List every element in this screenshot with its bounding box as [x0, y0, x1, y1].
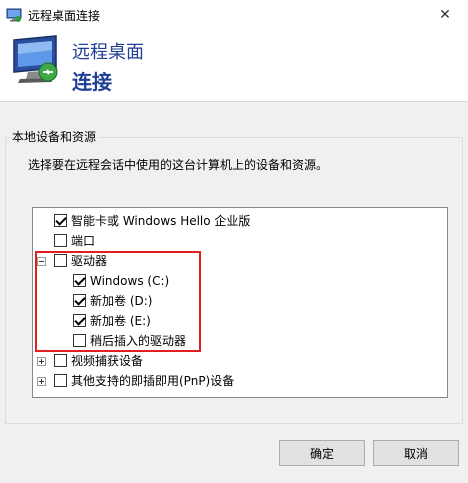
banner: 远程桌面 连接 — [0, 30, 468, 102]
expand-icon[interactable] — [37, 357, 46, 366]
tree-item-label: 新加卷 (D:) — [90, 294, 153, 308]
tree-item-label: 其他支持的即插即用(PnP)设备 — [71, 374, 235, 388]
remote-desktop-icon — [6, 8, 22, 22]
banner-title-line2: 连接 — [72, 70, 112, 94]
checkbox[interactable] — [73, 334, 86, 347]
tree-item-label: 驱动器 — [71, 254, 108, 268]
tree-item-label: 智能卡或 Windows Hello 企业版 — [71, 214, 251, 228]
tree-item-label: 新加卷 (E:) — [90, 314, 151, 328]
checkbox[interactable] — [73, 294, 86, 307]
close-button[interactable]: ✕ — [422, 0, 468, 30]
checkbox[interactable] — [54, 354, 67, 367]
checkbox[interactable] — [54, 254, 67, 267]
group-legend: 本地设备和资源 — [10, 128, 99, 145]
device-tree[interactable]: 智能卡或 Windows Hello 企业版 端口 驱动器 Windows (C… — [32, 207, 448, 398]
tree-item-label: 视频捕获设备 — [71, 354, 144, 368]
checkbox[interactable] — [54, 234, 67, 247]
group-description: 选择要在远程会话中使用的这台计算机上的设备和资源。 — [28, 158, 329, 172]
tree-item-label: 稍后插入的驱动器 — [90, 334, 187, 348]
ok-button[interactable]: 确定 — [279, 440, 365, 466]
title-bar: 远程桌面连接 ✕ — [0, 0, 468, 30]
checkbox[interactable] — [73, 314, 86, 327]
cancel-button[interactable]: 取消 — [373, 440, 459, 466]
tree-item-label: 端口 — [71, 234, 96, 248]
tree-item-label: Windows (C:) — [90, 274, 170, 288]
computer-icon — [13, 35, 58, 83]
checkbox[interactable] — [73, 274, 86, 287]
close-icon: ✕ — [439, 7, 451, 23]
expand-icon[interactable] — [37, 377, 46, 386]
banner-title-line1: 远程桌面 — [72, 42, 144, 63]
checkbox[interactable] — [54, 214, 67, 227]
window-title: 远程桌面连接 — [28, 9, 101, 23]
checkbox[interactable] — [54, 374, 67, 387]
collapse-icon[interactable] — [37, 257, 46, 266]
